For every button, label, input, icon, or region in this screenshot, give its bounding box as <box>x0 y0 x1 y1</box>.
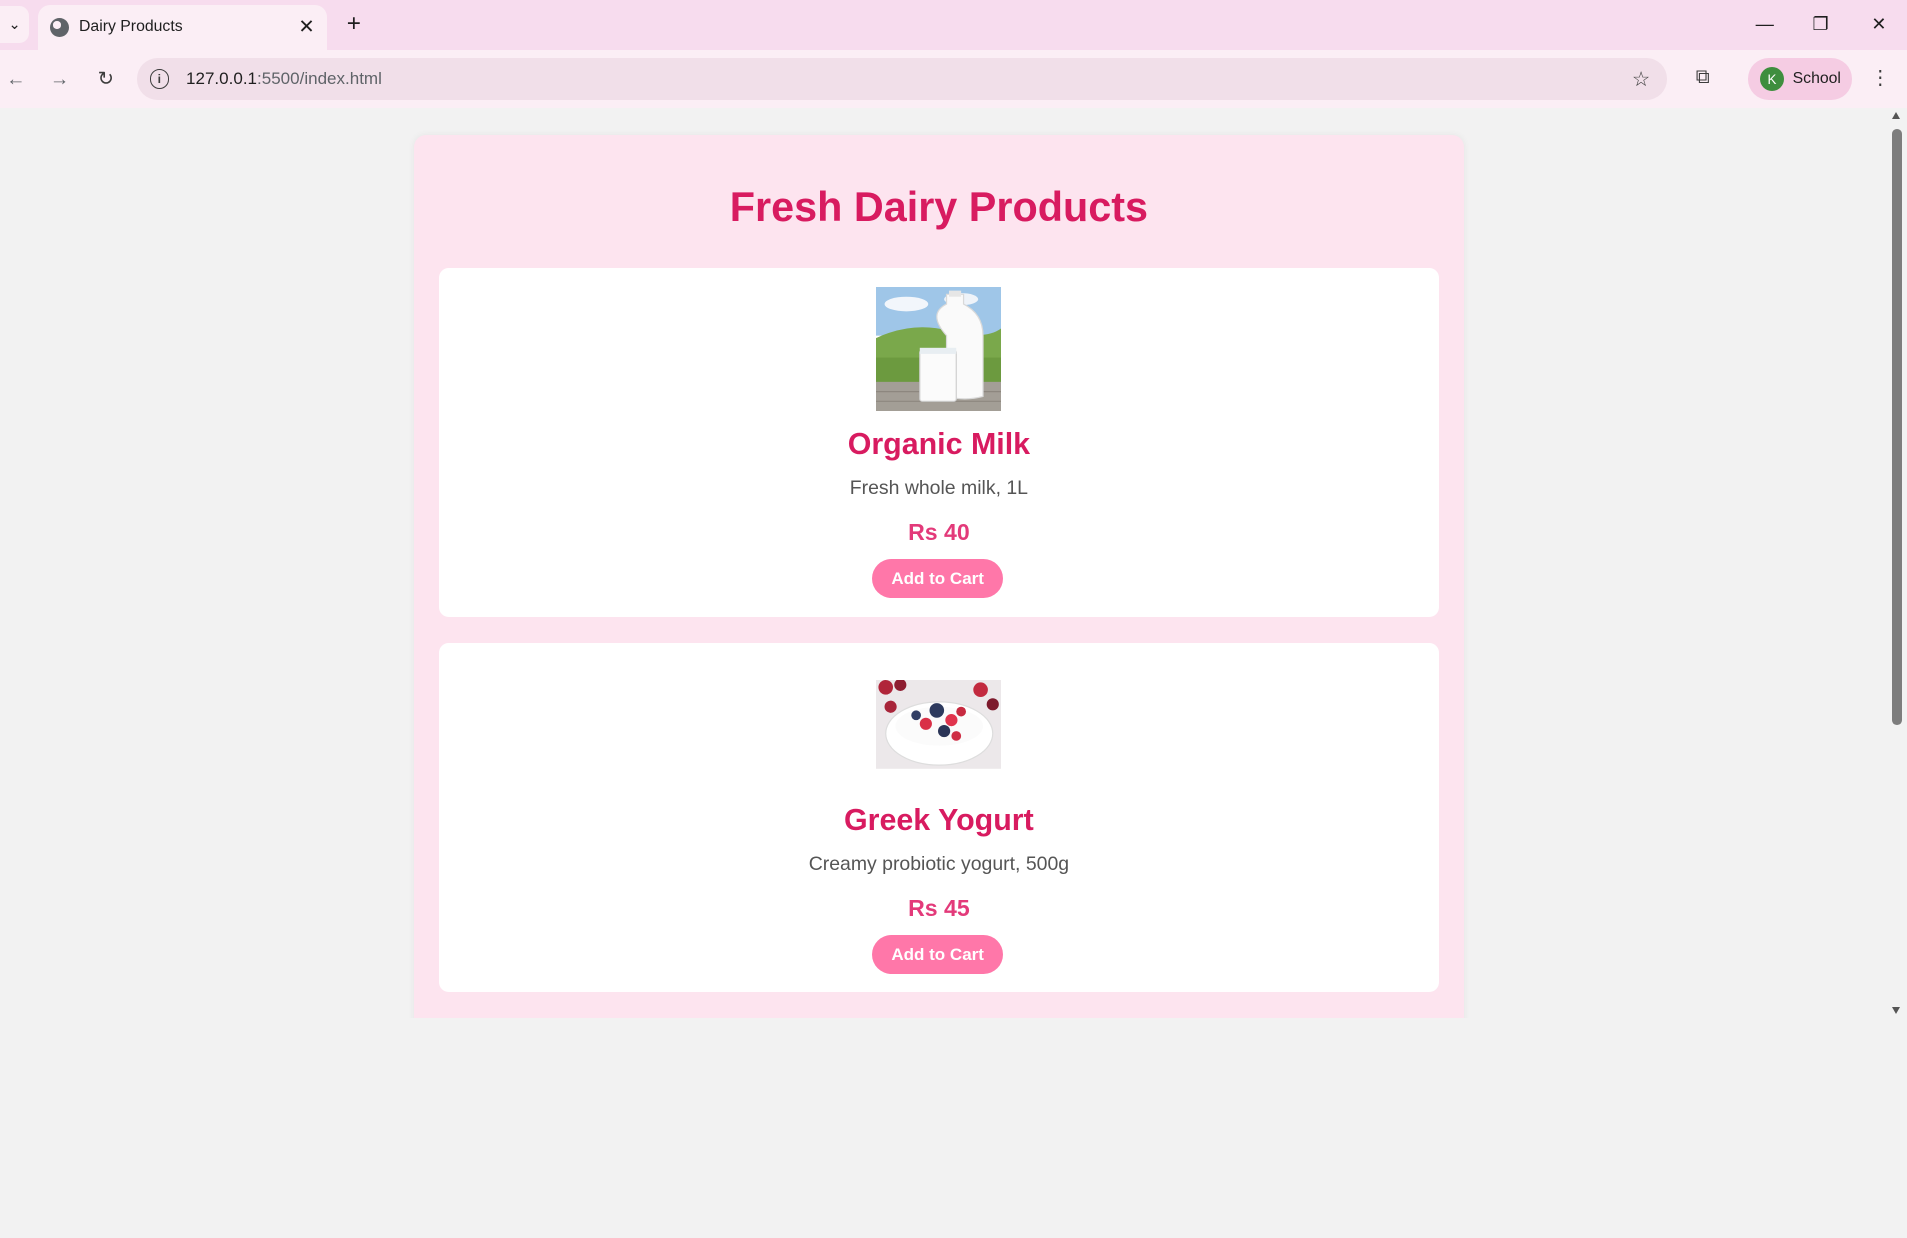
tab-title: Dairy Products <box>79 18 183 36</box>
avatar: K <box>1759 66 1785 92</box>
site-info-icon[interactable]: i <box>149 69 170 89</box>
page-title: Fresh Dairy Products <box>729 183 1148 230</box>
profile-button[interactable]: K School <box>1747 58 1853 100</box>
product-price: Rs 40 <box>908 519 970 546</box>
add-to-cart-button[interactable]: Add to Cart <box>871 559 1004 599</box>
product-card: Organic Milk Fresh whole milk, 1L Rs 40 … <box>439 267 1439 617</box>
add-to-cart-button[interactable]: Add to Cart <box>871 935 1004 975</box>
profile-name: School <box>1792 70 1841 88</box>
product-description: Fresh whole milk, 1L <box>849 476 1028 499</box>
scrollbar-thumb[interactable] <box>1892 128 1903 725</box>
product-card: Greek Yogurt Creamy probiotic yogurt, 50… <box>439 643 1439 993</box>
forward-icon[interactable]: → <box>45 64 74 93</box>
address-bar[interactable]: i 127.0.0.1:5500/index.html ☆ <box>137 58 1668 100</box>
product-name: Greek Yogurt <box>844 802 1034 837</box>
vertical-scrollbar[interactable] <box>1887 108 1907 1018</box>
new-tab-icon[interactable]: + <box>342 10 366 39</box>
tab-strip: ⌄ Dairy Products ✕ + — ❐ ✕ <box>0 0 1907 50</box>
product-price: Rs 45 <box>908 895 970 922</box>
reload-icon[interactable]: ↻ <box>91 64 120 93</box>
tab-search-chevron-icon[interactable]: ⌄ <box>0 6 30 43</box>
back-icon[interactable]: ← <box>1 64 30 93</box>
scroll-down-icon[interactable] <box>1892 1007 1901 1015</box>
product-description: Creamy probiotic yogurt, 500g <box>808 852 1070 875</box>
minimize-icon[interactable]: — <box>1746 10 1782 39</box>
browser-toolbar: ← → ↻ i 127.0.0.1:5500/index.html ☆ ⧉ K … <box>0 49 1907 110</box>
close-window-icon[interactable]: ✕ <box>1861 10 1897 39</box>
browser-chrome: ⌄ Dairy Products ✕ + — ❐ ✕ ← → ↻ i 127.0… <box>0 0 1907 110</box>
restore-icon[interactable]: ❐ <box>1802 10 1838 39</box>
page-viewport: Fresh Dairy Products Organic Milk Fresh … <box>0 108 1888 1018</box>
globe-icon <box>49 17 70 38</box>
yogurt-image <box>875 679 1001 769</box>
close-tab-icon[interactable]: ✕ <box>296 16 318 38</box>
bookmark-star-icon[interactable]: ☆ <box>1632 67 1651 92</box>
milk-image <box>875 287 1001 412</box>
scroll-up-icon[interactable] <box>1892 112 1901 119</box>
menu-kebab-icon[interactable]: ⋮ <box>1868 64 1892 91</box>
browser-tab[interactable]: Dairy Products ✕ <box>37 4 328 50</box>
product-name: Organic Milk <box>847 426 1031 461</box>
products-container: Fresh Dairy Products Organic Milk Fresh … <box>413 134 1465 1018</box>
url-text[interactable]: 127.0.0.1:5500/index.html <box>186 69 1632 89</box>
extensions-icon[interactable]: ⧉ <box>1689 64 1716 91</box>
